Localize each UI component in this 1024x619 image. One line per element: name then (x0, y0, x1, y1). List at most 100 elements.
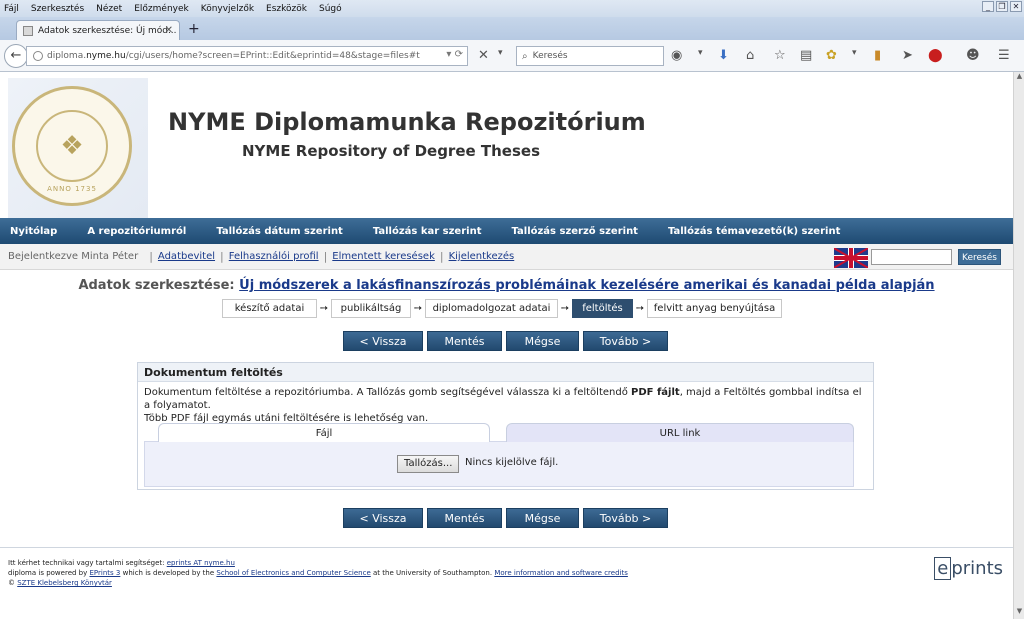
dropdown-icon-2[interactable]: ▾ (698, 48, 703, 58)
stage-upload[interactable]: feltöltés (572, 299, 633, 318)
vertical-scrollbar[interactable]: ▲ ▼ (1013, 72, 1024, 619)
footer-library-link[interactable]: SZTE Klebelsberg Könyvtár (17, 579, 112, 587)
url-bar[interactable]: diploma. nyme.hu/cgi/users/home?screen=EP… (26, 46, 468, 66)
stage-arrow-icon: ➙ (635, 303, 645, 314)
url-path: /cgi/users/home?screen=EPrint::Edit&epri… (125, 51, 420, 61)
link-user-profile[interactable]: Felhasználói profil (229, 251, 319, 262)
nav-browse-date[interactable]: Tallózás dátum szerint (216, 226, 343, 237)
menu-edit[interactable]: Szerkesztés (31, 4, 84, 14)
browse-button[interactable]: Tallózás... (397, 455, 460, 473)
footer-school-link[interactable]: School of Electronics and Computer Scien… (216, 569, 370, 577)
stage-arrow-icon: ➙ (560, 303, 570, 314)
browser-search-input[interactable]: ⌕ Keresés (516, 46, 664, 66)
footer-powered-line: diploma is powered by EPrints 3 which is… (8, 568, 1013, 578)
nav-browse-faculty[interactable]: Tallózás kar szerint (373, 226, 482, 237)
save-button-bottom[interactable]: Mentés (427, 508, 502, 528)
separator: | (149, 250, 153, 263)
restore-icon[interactable]: ❐ (996, 1, 1008, 12)
eprints-logo[interactable]: e prints (934, 557, 1003, 580)
next-button-bottom[interactable]: Tovább > (583, 508, 668, 528)
footer-copyright-line: © SZTE Klebelsberg Könyvtár (8, 578, 1013, 588)
site-title: NYME Diplomamunka Repozitórium (168, 108, 646, 136)
stage-thesis-data[interactable]: diplomadolgozat adatai (425, 299, 558, 318)
save-button[interactable]: Mentés (427, 331, 502, 351)
close-window-icon[interactable]: ✕ (1010, 1, 1022, 12)
link-saved-searches[interactable]: Elmentett keresések (332, 251, 435, 262)
separator: | (220, 250, 224, 263)
menu-bookmarks[interactable]: Könyvjelzők (201, 4, 254, 14)
edit-heading: Adatok szerkesztése: Új módszerek a laká… (0, 278, 1013, 293)
minimize-icon[interactable]: _ (982, 1, 994, 12)
back-button[interactable]: < Vissza (343, 331, 423, 351)
bookmark-star-icon[interactable]: ☆ (774, 48, 786, 63)
instructions-part1: Dokumentum feltöltése a repozitóriumba. … (144, 387, 631, 398)
workflow-stages: készítő adatai ➙ publikáltság ➙ diplomad… (222, 299, 782, 318)
page-footer: Itt kérhet technikai vagy tartalmi segít… (0, 547, 1013, 619)
hamburger-menu-icon[interactable]: ☰ (998, 48, 1010, 63)
nav-browse-author[interactable]: Tallózás szerző szerint (511, 226, 637, 237)
pocket-icon[interactable]: ◉ (671, 48, 682, 63)
menu-view[interactable]: Nézet (96, 4, 122, 14)
link-logout[interactable]: Kijelentkezés (449, 251, 515, 262)
browser-tab[interactable]: Adatok szerkesztése: Új mód... ✕ (16, 20, 180, 40)
dropdown-icon-3[interactable]: ▾ (852, 48, 857, 58)
download-icon[interactable]: ⬇ (718, 48, 729, 63)
footer-credits-link[interactable]: More information and software credits (494, 569, 628, 577)
menu-tools[interactable]: Eszközök (266, 4, 307, 14)
stage-arrow-icon: ➙ (319, 303, 329, 314)
instructions-bold: PDF fájlt (631, 387, 680, 398)
footer-powered-middle: which is developed by the (122, 569, 215, 577)
seal-emblem-icon: ❖ (36, 110, 108, 182)
logo-area: ❖ ANNO 1735 (8, 78, 148, 218)
cancel-button-bottom[interactable]: Mégse (506, 508, 579, 528)
scroll-down-icon[interactable]: ▼ (1014, 607, 1024, 619)
nav-about[interactable]: A repozitóriumról (87, 226, 186, 237)
menu-history[interactable]: Előzmények (134, 4, 189, 14)
tab-file[interactable]: Fájl (158, 423, 490, 442)
site-search-input[interactable] (871, 249, 952, 265)
link-data-entry[interactable]: Adatbevitel (158, 251, 215, 262)
footer-help-text: Itt kérhet technikai vagy tartalmi segít… (8, 559, 165, 567)
browser-tabbar: Adatok szerkesztése: Új mód... ✕ + (0, 17, 1024, 40)
user-navigation: Bejelentkezve Minta Péter | Adatbevitel … (0, 244, 1013, 270)
site-search-button[interactable]: Keresés (958, 249, 1001, 265)
upload-panel-heading: Dokumentum feltöltés (138, 363, 873, 382)
cancel-button[interactable]: Mégse (506, 331, 579, 351)
site-subtitle: NYME Repository of Degree Theses (242, 142, 541, 160)
close-tab-icon[interactable]: ✕ (165, 25, 173, 36)
tab-url-link[interactable]: URL link (506, 423, 854, 442)
reading-list-icon[interactable]: ▤ (800, 48, 812, 63)
edit-label: Adatok szerkesztése: (78, 278, 235, 293)
dropdown-icon[interactable]: ▾ (498, 48, 503, 58)
addon-icon[interactable]: ✕ (478, 48, 489, 63)
back-button-bottom[interactable]: < Vissza (343, 508, 423, 528)
no-file-selected-text: Nincs kijelölve fájl. (465, 457, 559, 468)
home-icon[interactable]: ⌂ (746, 48, 754, 63)
menu-file[interactable]: Fájl (4, 4, 19, 14)
next-button[interactable]: Tovább > (583, 331, 668, 351)
footer-powered-suffix: at the University of Southampton. (373, 569, 493, 577)
stage-publication[interactable]: publikáltság (331, 299, 411, 318)
back-arrow-icon[interactable]: ← (4, 43, 28, 68)
item-title-link[interactable]: Új módszerek a lakásfinanszírozás problé… (239, 278, 934, 293)
menu-help[interactable]: Súgó (319, 4, 342, 14)
stage-arrow-icon: ➙ (413, 303, 423, 314)
stage-deposit[interactable]: felvitt anyag benyújtása (647, 299, 782, 318)
extension-icon[interactable]: ✿ (826, 48, 837, 63)
english-flag-icon[interactable] (834, 248, 868, 268)
notes-icon[interactable]: ▮ (874, 48, 881, 63)
university-seal-logo[interactable]: ❖ ANNO 1735 (12, 86, 132, 206)
footer-help-email-link[interactable]: eprints AT nyme.hu (167, 559, 235, 567)
footer-help-line: Itt kérhet technikai vagy tartalmi segít… (8, 558, 1013, 568)
nav-browse-supervisor[interactable]: Tallózás témavezető(k) szerint (668, 226, 840, 237)
reload-icon[interactable]: ▾ ⟳ (446, 49, 463, 60)
nav-home[interactable]: Nyitólap (10, 226, 57, 237)
stage-creators[interactable]: készítő adatai (222, 299, 317, 318)
footer-eprints-link[interactable]: EPrints 3 (90, 569, 121, 577)
chat-icon[interactable]: ☻ (966, 48, 980, 63)
adblock-icon[interactable]: ⬤ (928, 48, 943, 63)
page-favicon-icon (23, 25, 33, 36)
send-icon[interactable]: ➤ (902, 48, 913, 63)
scroll-up-icon[interactable]: ▲ (1014, 72, 1024, 84)
new-tab-icon[interactable]: + (188, 21, 200, 37)
